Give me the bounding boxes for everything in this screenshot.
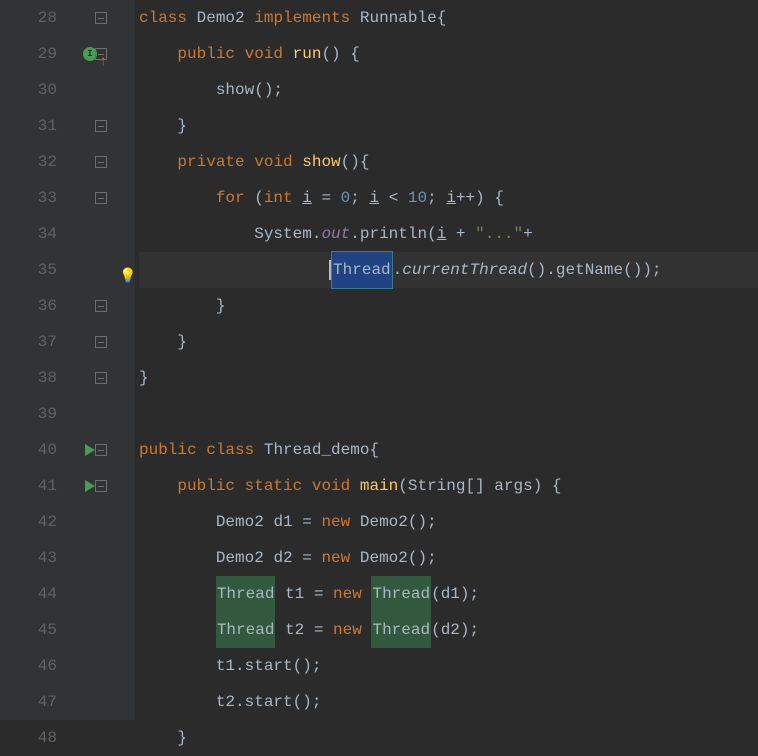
code-line[interactable]: t2.start(); [139,684,758,720]
code-line[interactable]: public void run() { [139,36,758,72]
code-line[interactable]: Thread t2 = new Thread(d2); [139,612,758,648]
line-number[interactable]: 33 [0,180,57,216]
line-number[interactable]: 32 [0,144,57,180]
code-line[interactable]: show(); [139,72,758,108]
line-number[interactable]: 38 [0,360,57,396]
code-line[interactable]: } [139,360,758,396]
code-text-area[interactable]: class Demo2 implements Runnable{ public … [135,0,758,720]
fold-toggle-icon[interactable] [95,336,107,348]
line-number[interactable]: 34 [0,216,57,252]
line-number[interactable]: 29 [0,36,57,72]
fold-toggle-icon[interactable] [95,300,107,312]
fold-toggle-icon[interactable] [95,444,107,456]
fold-toggle-icon[interactable] [95,120,107,132]
gutter-icon-area: I ↑ 💡 [75,0,135,720]
line-number[interactable]: 42 [0,504,57,540]
line-number[interactable]: 28 [0,0,57,36]
code-line[interactable]: Demo2 d2 = new Demo2(); [139,540,758,576]
code-line[interactable] [139,396,758,432]
code-line[interactable]: System.out.println(i + "..."+ [139,216,758,252]
code-line[interactable]: public static void main(String[] args) { [139,468,758,504]
code-line[interactable]: } [139,288,758,324]
line-number[interactable]: 44 [0,576,57,612]
line-number[interactable]: 37 [0,324,57,360]
intention-bulb-icon[interactable]: 💡 [119,259,136,295]
line-number[interactable]: 31 [0,108,57,144]
line-number[interactable]: 40 [0,432,57,468]
code-line[interactable]: } [139,324,758,360]
line-number[interactable]: 47 [0,684,57,720]
run-gutter-icon[interactable] [85,480,95,492]
code-line[interactable]: } [139,720,758,756]
line-number[interactable]: 43 [0,540,57,576]
fold-toggle-icon[interactable] [95,12,107,24]
code-line[interactable]: public class Thread_demo{ [139,432,758,468]
code-line[interactable]: Thread t1 = new Thread(d1); [139,576,758,612]
line-number[interactable]: 36 [0,288,57,324]
code-editor: 28 29 30 31 32 33 34 35 36 37 38 39 40 4… [0,0,758,720]
code-line[interactable]: private void show(){ [139,144,758,180]
fold-toggle-icon[interactable] [95,192,107,204]
line-number[interactable]: 48 [0,720,57,756]
line-number[interactable]: 45 [0,612,57,648]
code-line[interactable]: t1.start(); [139,648,758,684]
line-number[interactable]: 35 [0,252,57,288]
code-line[interactable]: class Demo2 implements Runnable{ [139,0,758,36]
line-number-gutter: 28 29 30 31 32 33 34 35 36 37 38 39 40 4… [0,0,75,720]
code-line[interactable]: } [139,108,758,144]
run-gutter-icon[interactable] [85,444,95,456]
code-line[interactable]: for (int i = 0; i < 10; i++) { [139,180,758,216]
line-number[interactable]: 41 [0,468,57,504]
fold-toggle-icon[interactable] [95,156,107,168]
line-number[interactable]: 46 [0,648,57,684]
fold-toggle-icon[interactable] [95,480,107,492]
line-number[interactable]: 39 [0,396,57,432]
fold-toggle-icon[interactable] [95,372,107,384]
fold-toggle-icon[interactable] [95,48,107,60]
code-line[interactable]: Demo2 d1 = new Demo2(); [139,504,758,540]
code-line-active[interactable]: Thread.currentThread().getName()); [139,252,758,288]
line-number[interactable]: 30 [0,72,57,108]
